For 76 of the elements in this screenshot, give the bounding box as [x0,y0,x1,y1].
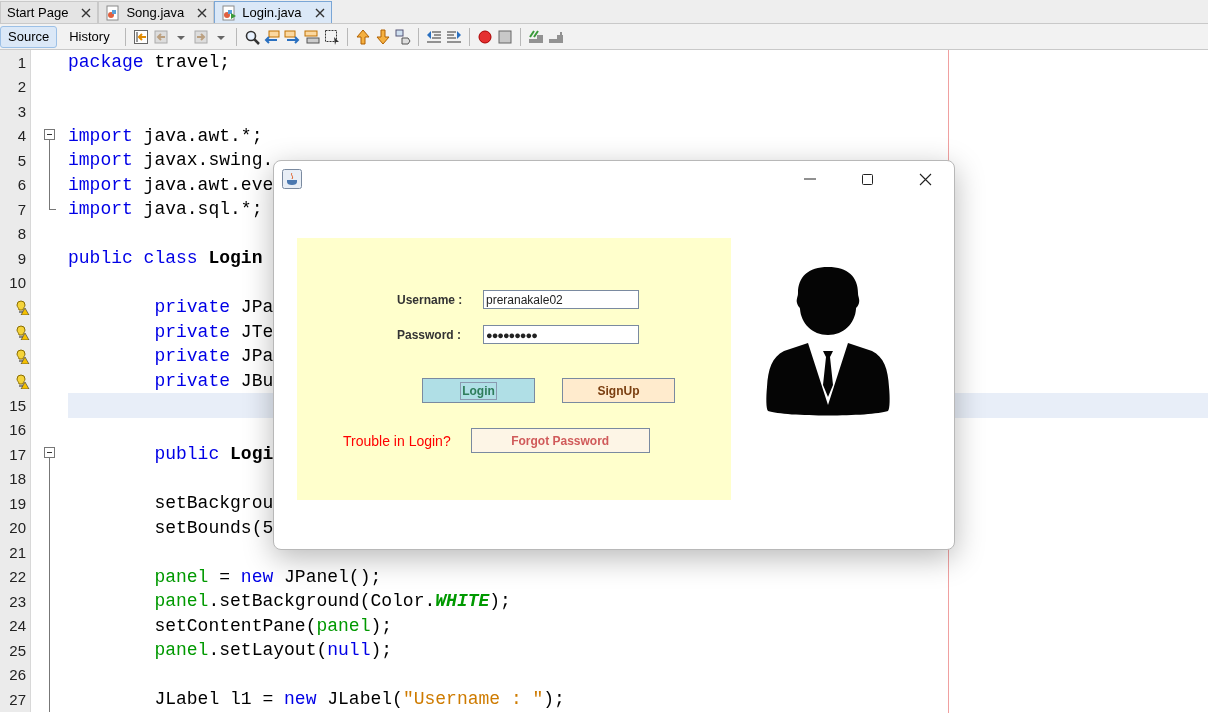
file-tab[interactable]: Login.java [214,1,332,23]
file-tab[interactable]: Song.java [98,1,215,23]
file-tab[interactable]: Start Page [0,1,99,23]
line-number: 1 [17,53,26,71]
signup-button[interactable]: SignUp [562,378,675,403]
code-line: panel.setBackground(Color.WHITE); [153,591,511,612]
line-number: 17 [9,445,26,463]
line-number: 22 [9,568,26,586]
code-line: package travel; [68,52,231,73]
mode-tab[interactable]: Source [0,25,58,48]
help-text: Trouble in Login? [343,432,451,449]
username-field[interactable]: preranakale02 [483,290,639,309]
code-line: import java.awt.*; [68,125,263,146]
line-number: 16 [9,421,26,439]
field-label: Username : [396,292,464,307]
arrow-right-icon[interactable] [283,28,300,45]
line-number: 23 [9,592,26,610]
person-icon [766,265,890,417]
code-line: import javax.swing. [68,150,274,171]
code-line: panel.setLayout(null); [153,640,393,661]
selection-icon[interactable] [323,28,340,45]
java-cup-icon [282,169,302,189]
code-line: public Logi [153,444,274,465]
line-number: 10 [9,274,26,292]
stop-icon[interactable] [496,28,513,45]
forgot-button[interactable]: Forgot Password [470,428,650,453]
line-number: 3 [17,102,26,120]
code-line: import java.sql.*; [68,199,263,220]
java-file-icon [105,4,122,21]
shapes-icon[interactable] [394,28,411,45]
code-line: private JBu [153,370,274,391]
code-line: setBackgrou [153,493,274,514]
line-number: 21 [9,543,26,561]
code-line: JLabel l1 = new JLabel("Username : "); [153,689,565,710]
line-number: 9 [17,249,26,267]
line-number: 18 [9,470,26,488]
close-icon[interactable] [197,7,208,18]
shift-right-icon[interactable] [445,28,462,45]
code-line: private JPa [153,346,274,367]
shift-left-icon[interactable] [425,28,442,45]
line-number: 6 [17,176,26,194]
line-number: 4 [17,127,26,145]
arrow-up-icon[interactable] [354,28,371,45]
line-number: 8 [17,225,26,243]
line-number: 25 [9,641,26,659]
password-field[interactable]: ●●●●●●●●● [483,325,639,344]
line-number: 2 [17,78,26,96]
comment-icon[interactable] [527,28,544,45]
search-icon[interactable] [243,28,260,45]
line-number: 24 [9,617,26,635]
code-line: setContentPane(panel); [153,615,393,636]
code-line: setBounds(5 [153,517,274,538]
code-line: private JPa [153,297,274,318]
mode-tab[interactable]: History [61,25,118,48]
close-icon[interactable] [918,172,932,186]
line-number: 26 [9,666,26,684]
java-file-icon [221,4,238,21]
jump-icon[interactable] [132,28,149,45]
field-label: Password : [396,327,463,342]
line-number: 20 [9,519,26,537]
code-line: private JTe [153,321,274,342]
code-line: import java.awt.eve [68,174,274,195]
close-icon[interactable] [81,7,92,18]
line-number: 7 [17,200,26,218]
code-line: public class Login [68,248,263,269]
maximize-icon[interactable] [860,172,874,186]
record-icon[interactable] [476,28,493,45]
line-number: 5 [17,151,26,169]
line-number: 19 [9,494,26,512]
code-line: panel = new JPanel(); [153,566,382,587]
arrow-down-icon[interactable] [374,28,391,45]
line-number: 27 [9,690,26,708]
arrow-left-icon[interactable] [263,28,280,45]
line-number: 15 [9,396,26,414]
close-icon[interactable] [314,7,325,18]
login-button[interactable]: Login [422,378,535,403]
